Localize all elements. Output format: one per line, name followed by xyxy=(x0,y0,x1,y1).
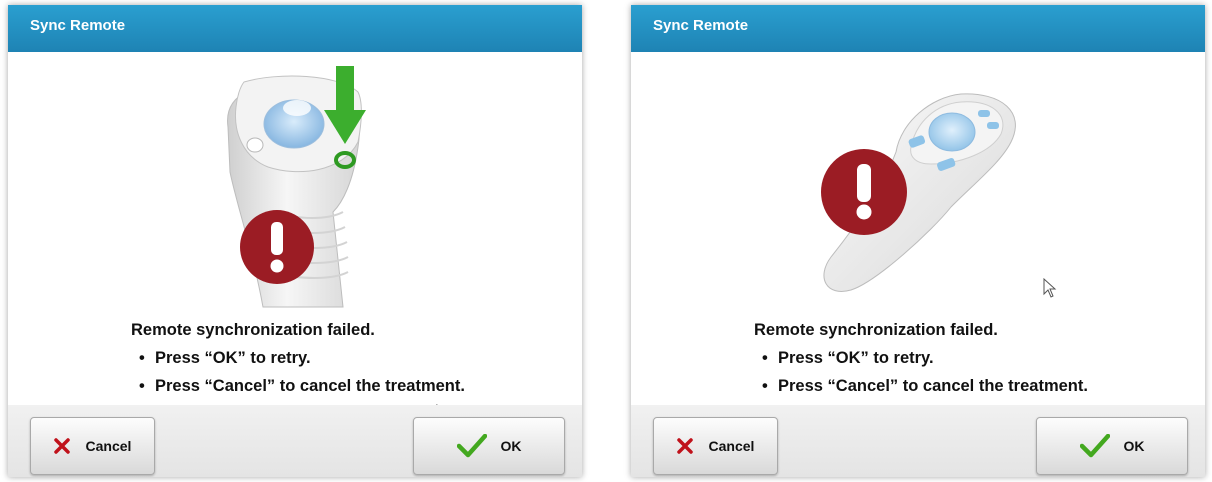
cancel-button[interactable]: Cancel xyxy=(30,417,155,475)
cancel-button[interactable]: Cancel xyxy=(653,417,778,475)
dialog-footer: Cancel OK xyxy=(631,405,1205,477)
close-x-icon xyxy=(676,438,693,454)
ok-label: OK xyxy=(1123,438,1145,454)
sync-remote-dialog-right: Sync Remote Remote synchronization faile… xyxy=(631,5,1205,477)
bullet-retry: Press “OK” to retry. xyxy=(139,344,465,372)
error-message: Remote synchronization failed. Press “OK… xyxy=(754,316,1088,400)
mouse-cursor-icon xyxy=(1043,278,1057,298)
checkmark-icon xyxy=(1079,434,1110,458)
dialog-content: Remote synchronization failed. Press “OK… xyxy=(631,52,1205,405)
bullet-cancel: Press “Cancel” to cancel the treatment. xyxy=(139,372,465,400)
error-alert-icon xyxy=(821,149,907,235)
remote-illustration xyxy=(227,66,366,308)
message-heading: Remote synchronization failed. xyxy=(754,321,998,339)
cancel-label: Cancel xyxy=(85,438,132,454)
bullet-retry: Press “OK” to retry. xyxy=(762,344,1088,372)
error-message: Remote synchronization failed. Press “OK… xyxy=(131,316,465,400)
close-x-icon xyxy=(53,438,70,454)
ok-button[interactable]: OK xyxy=(413,417,565,475)
sync-remote-dialog-left: Sync Remote Remote synchronization faile… xyxy=(8,5,582,477)
bullet-cancel: Press “Cancel” to cancel the treatment. xyxy=(762,372,1088,400)
dialog-title: Sync Remote xyxy=(8,5,582,52)
message-heading: Remote synchronization failed. xyxy=(131,321,375,339)
message-bullets: Press “OK” to retry. Press “Cancel” to c… xyxy=(131,344,465,400)
dialog-footer: Cancel OK xyxy=(8,405,582,477)
ok-button[interactable]: OK xyxy=(1036,417,1188,475)
error-alert-icon xyxy=(240,210,314,284)
message-bullets: Press “OK” to retry. Press “Cancel” to c… xyxy=(754,344,1088,400)
dialog-title: Sync Remote xyxy=(631,5,1205,52)
dialog-content: Remote synchronization failed. Press “OK… xyxy=(8,52,582,424)
cancel-label: Cancel xyxy=(708,438,755,454)
checkmark-icon xyxy=(456,434,487,458)
remote-illustration xyxy=(821,93,1016,292)
ok-label: OK xyxy=(500,438,522,454)
